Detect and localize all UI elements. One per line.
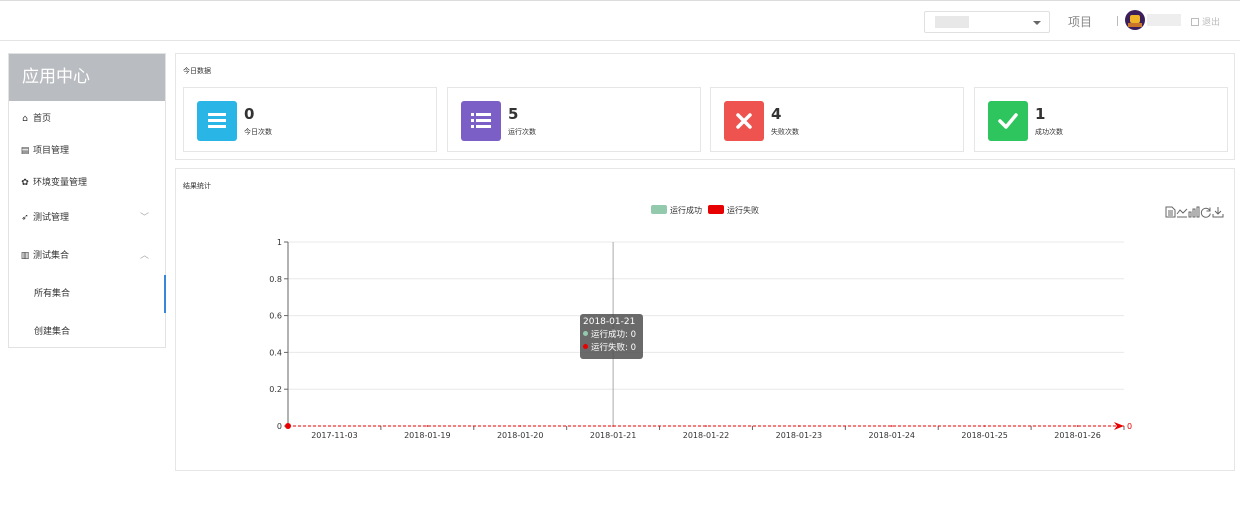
sidebar-item-tests[interactable]: ➶ 测试管理 ﹀: [9, 199, 165, 237]
data-point: [612, 425, 614, 427]
data-point: [1076, 425, 1079, 427]
stat-card-successes: 1 成功次数: [974, 87, 1228, 152]
avatar[interactable]: [1125, 10, 1145, 30]
chart-tooltip: 2018-01-21 运行成功: 0 运行失败: 0: [580, 314, 643, 359]
data-point: [983, 425, 986, 427]
stat-card-runs: 5 运行次数: [447, 87, 701, 152]
sidebar-item-label: 测试集合: [33, 251, 70, 261]
today-panel: 今日数据 0 今日次数 5 运行次数 4 失败次数 1 成功次数: [175, 53, 1235, 160]
gear-icon: ✿: [21, 178, 29, 188]
stat-value: 1: [1035, 105, 1046, 123]
y-tick-label: 1: [277, 238, 282, 247]
project-select[interactable]: [924, 11, 1050, 33]
y-tick-label: 0.6: [269, 312, 282, 321]
sidebar-subitem-label: 所有集合: [34, 289, 71, 299]
data-point: [426, 425, 429, 427]
stat-label: 运行次数: [508, 128, 536, 136]
y-tick-label: 0.4: [269, 348, 282, 357]
home-icon: ⌂: [22, 114, 28, 124]
sidebar-subitem-create-collection[interactable]: 创建集合: [9, 313, 165, 351]
stat-card-today: 0 今日次数: [183, 87, 437, 152]
x-tick-label: 2018-01-26: [1054, 431, 1101, 440]
stat-value: 5: [508, 105, 519, 123]
y-tick-label: 0.2: [269, 385, 282, 394]
sidebar-item-label: 环境变量管理: [33, 178, 88, 188]
data-point: [705, 425, 707, 427]
x-tick-label: 2017-11-03: [311, 431, 358, 440]
sidebar-title: 应用中心: [9, 54, 165, 101]
y-tick-label: 0.8: [269, 275, 282, 284]
project-select-value: [935, 16, 969, 28]
chevron-down-icon: ﹀: [139, 213, 149, 223]
stat-card-failures: 4 失败次数: [710, 87, 964, 152]
tooltip-row-success: 运行成功: 0: [583, 329, 640, 342]
sidebar-item-collections[interactable]: ▥ 测试集合 ︿: [9, 237, 165, 275]
x-tick-label: 2018-01-20: [497, 431, 544, 440]
stat-value: 0: [244, 105, 255, 123]
stat-label: 成功次数: [1035, 128, 1063, 136]
top-bar: 项目 退出: [0, 0, 1240, 41]
list-detail-icon: [461, 101, 501, 141]
today-title: 今日数据: [183, 67, 211, 75]
logout-label: 退出: [1202, 18, 1221, 28]
sidebar-item-env[interactable]: ✿ 环境变量管理: [9, 167, 165, 199]
x-tick-label: 2018-01-22: [683, 431, 730, 440]
sidebar-item-label: 项目管理: [33, 146, 70, 156]
tooltip-title: 2018-01-21: [583, 317, 636, 327]
project-label[interactable]: 项目: [1068, 13, 1092, 30]
check-icon: [988, 101, 1028, 141]
chevron-up-icon: ︿: [139, 251, 149, 261]
logout-icon: [1191, 18, 1199, 26]
send-icon: ➶: [21, 213, 29, 223]
username[interactable]: [1147, 14, 1181, 26]
close-icon: [724, 101, 764, 141]
sidebar-item-label: 测试管理: [33, 213, 70, 223]
tooltip-row-failure: 运行失败: 0: [583, 342, 640, 355]
x-tick-label: 2018-01-25: [961, 431, 1008, 440]
results-line-chart: 0 0.2 0.4 0.6 0.8 1 2017-11-03 2018-01-19 2018-…: [269, 238, 1132, 440]
data-point: [890, 425, 893, 427]
x-tick-label: 2018-01-24: [869, 431, 916, 440]
sidebar-subitem-all-collections[interactable]: 所有集合: [9, 275, 166, 313]
logout-button[interactable]: 退出: [1191, 15, 1220, 28]
divider: [1117, 16, 1118, 26]
end-value-label: 0: [1127, 422, 1132, 431]
sidebar-item-projects[interactable]: ▤ 项目管理: [9, 135, 165, 167]
list-icon: [197, 101, 237, 141]
stat-label: 失败次数: [771, 128, 799, 136]
start-point: [285, 423, 291, 429]
sidebar-item-home[interactable]: ⌂ 首页: [9, 103, 165, 135]
stat-label: 今日次数: [244, 128, 272, 136]
file-text-icon: ▥: [20, 251, 30, 261]
x-tick-label: 2018-01-19: [404, 431, 451, 440]
sidebar-item-label: 首页: [33, 114, 52, 124]
y-tick-label: 0: [277, 422, 282, 431]
sidebar-subitem-label: 创建集合: [34, 327, 71, 337]
chevron-down-icon: [1033, 21, 1041, 25]
x-tick-label: 2018-01-21: [590, 431, 637, 440]
data-point: [519, 425, 522, 427]
data-point: [798, 425, 800, 427]
results-panel: 结果统计 运行成功 运行失败 0 0.2 0.4 0.6 0.8 1 2017-11-03…: [175, 168, 1235, 471]
stat-value: 4: [771, 105, 782, 123]
x-tick-label: 2018-01-23: [776, 431, 823, 440]
sidebar: 应用中心 ⌂ 首页 ▤ 项目管理 ✿ 环境变量管理 ➶ 测试管理 ﹀ ▥ 测试集合 ︿ 所…: [8, 53, 166, 348]
file-icon: ▤: [20, 146, 30, 156]
